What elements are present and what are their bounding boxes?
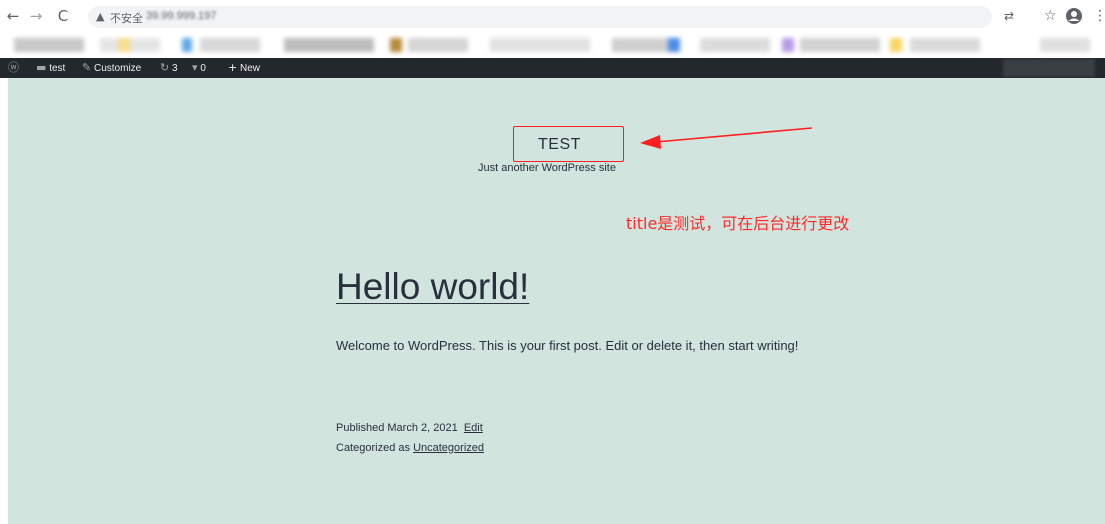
published-prefix: Published	[336, 422, 385, 434]
edit-link[interactable]: Edit	[464, 422, 483, 434]
annotation-text: title是测试，可在后台进行更改	[626, 214, 850, 233]
post-published-line: Published March 2, 2021 Edit	[336, 418, 484, 438]
post-title[interactable]: Hello world!	[336, 266, 529, 308]
post-meta: Published March 2, 2021 Edit Categorized…	[336, 418, 484, 458]
categorized-prefix: Categorized as	[336, 442, 410, 454]
category-link[interactable]: Uncategorized	[413, 442, 484, 454]
annotation-arrow-icon	[640, 127, 813, 149]
post-category-line: Categorized as Uncategorized	[336, 438, 484, 458]
post-content: Welcome to WordPress. This is your first…	[336, 338, 799, 353]
post-date-link[interactable]: March 2, 2021	[387, 422, 457, 434]
